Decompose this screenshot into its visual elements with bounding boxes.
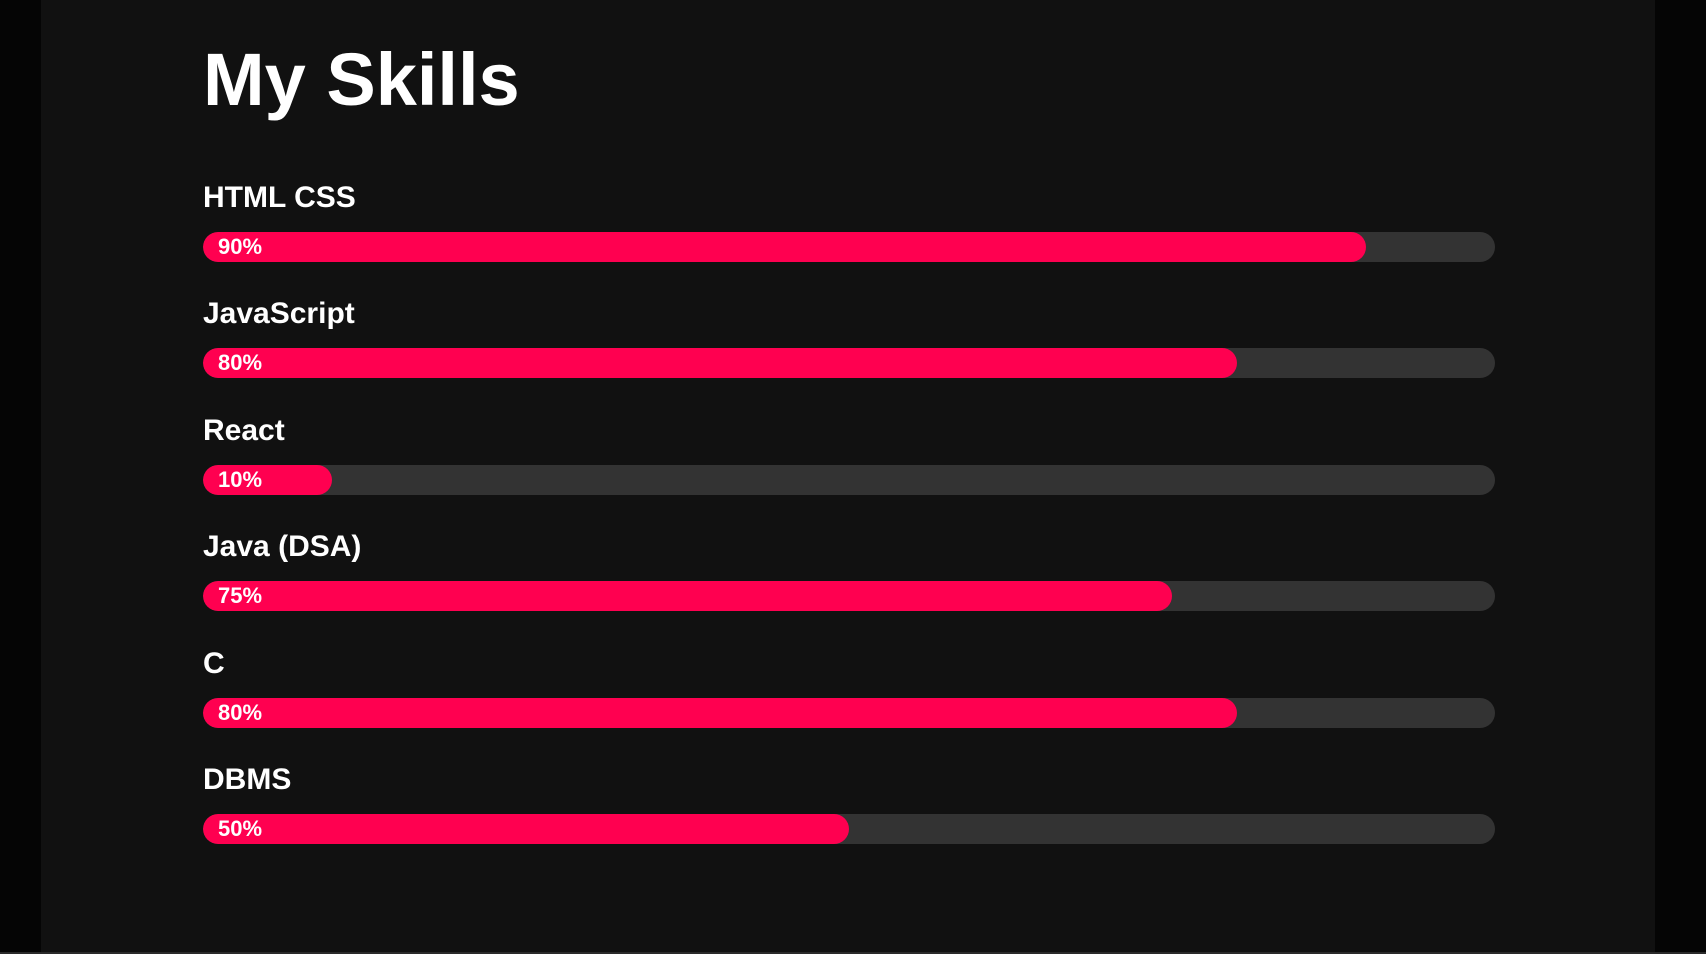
skill-percentage: 90% bbox=[218, 234, 263, 259]
skill-label: HTML CSS bbox=[203, 181, 356, 214]
skill-percentage: 75% bbox=[218, 583, 263, 609]
skill-progress-track: 50% bbox=[203, 813, 1495, 844]
skill-progress-fill: 10% bbox=[203, 464, 333, 495]
skill-progress-fill: 75% bbox=[203, 581, 1172, 612]
skill-item-html-css: HTML CSS 90% bbox=[203, 180, 1495, 296]
skills-list: HTML CSS 90% JavaScript 80% React 10% Ja… bbox=[203, 180, 1495, 878]
skill-progress-track: 90% bbox=[203, 232, 1495, 262]
skill-progress-fill: 90% bbox=[203, 232, 1366, 262]
skill-progress-track: 75% bbox=[203, 581, 1495, 612]
skill-label: JavaScript bbox=[203, 297, 355, 331]
skill-percentage: 50% bbox=[218, 815, 263, 841]
skill-item-javascript: JavaScript 80% bbox=[203, 296, 1495, 412]
skill-item-dbms: DBMS 50% bbox=[203, 762, 1495, 878]
skills-page: My Skills HTML CSS 90% JavaScript 80% Re… bbox=[41, 0, 1655, 952]
skill-progress-track: 10% bbox=[203, 464, 1495, 495]
skill-progress-track: 80% bbox=[203, 348, 1495, 379]
skill-item-react: React 10% bbox=[203, 413, 1495, 529]
skill-label: Java (DSA) bbox=[203, 530, 362, 564]
skill-label: C bbox=[203, 646, 225, 680]
skill-label: DBMS bbox=[203, 762, 292, 796]
skill-percentage: 80% bbox=[218, 699, 263, 725]
page-title: My Skills bbox=[203, 38, 520, 121]
skill-percentage: 10% bbox=[218, 466, 263, 492]
skill-percentage: 80% bbox=[218, 350, 263, 376]
skill-progress-fill: 80% bbox=[203, 697, 1237, 728]
skill-item-c: C 80% bbox=[203, 646, 1495, 762]
skill-item-java-dsa: Java (DSA) 75% bbox=[203, 529, 1495, 645]
skill-progress-fill: 80% bbox=[203, 348, 1237, 379]
skill-label: React bbox=[203, 413, 285, 447]
skill-progress-track: 80% bbox=[203, 697, 1495, 728]
skill-progress-fill: 50% bbox=[203, 813, 849, 844]
